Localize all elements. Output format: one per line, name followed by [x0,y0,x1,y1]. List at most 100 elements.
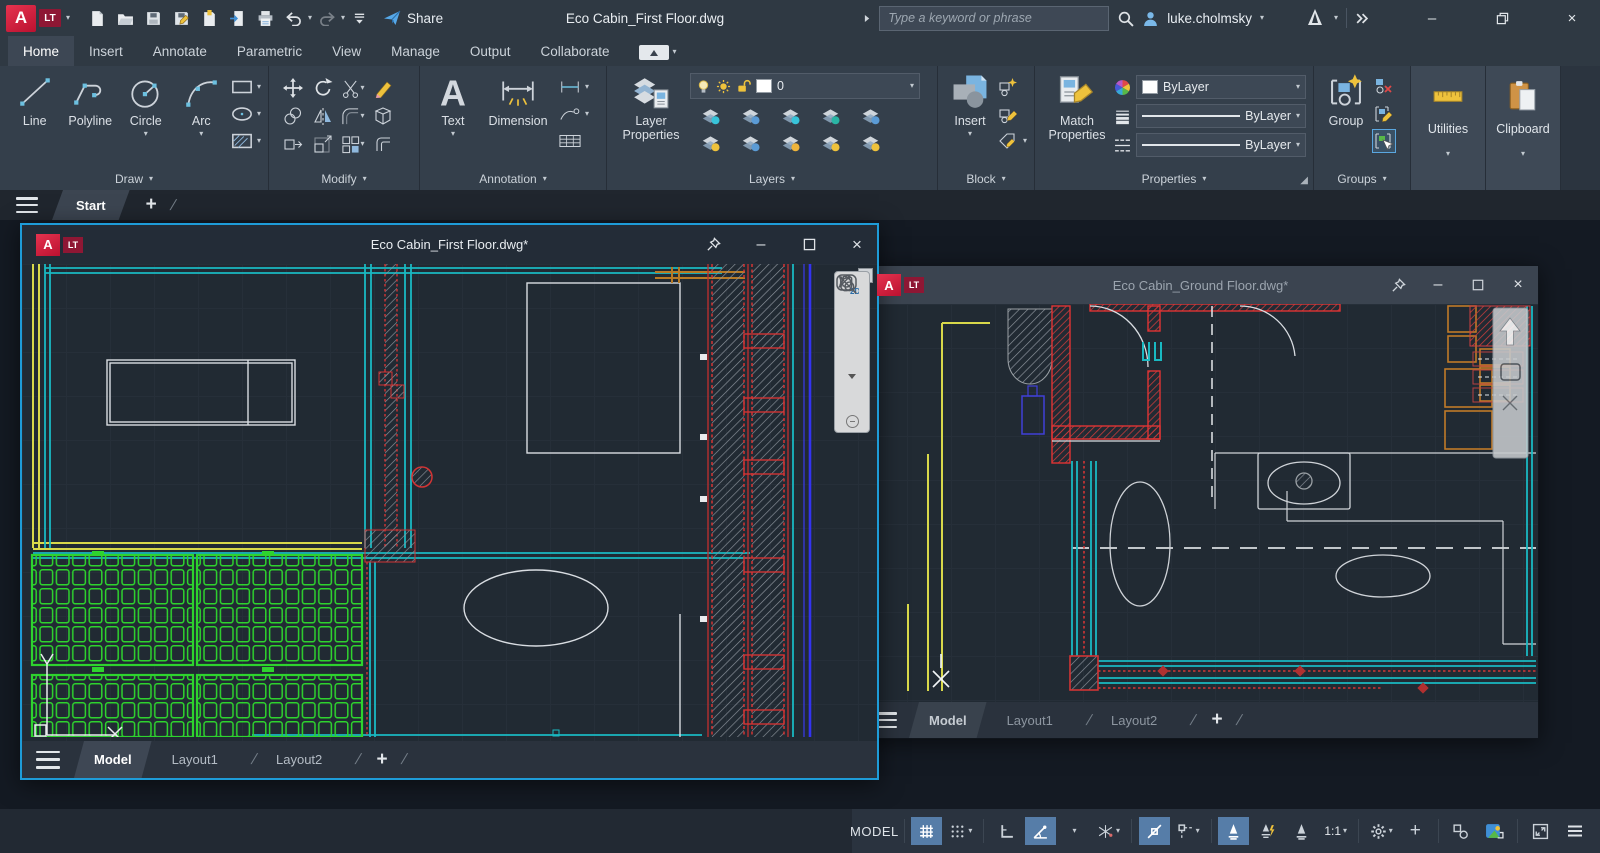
color-wheel-icon[interactable] [1114,79,1131,96]
group-edit-tool[interactable] [1373,103,1395,125]
rotate-icon[interactable] [313,78,333,98]
rectangle-tool[interactable]: ▾ [231,76,261,98]
ground-floor-title-bar[interactable]: A LT Eco Cabin_Ground Floor.dwg* – × [863,266,1538,304]
layer-unisolate-icon[interactable] [740,106,761,125]
app-menu-caret-icon[interactable]: ▾ [66,14,70,22]
isolate-objects-button[interactable] [1445,817,1476,845]
ortho-mode-toggle[interactable] [991,817,1022,845]
panel-modify-footer[interactable]: Modify▾ [269,167,419,190]
table-tool[interactable] [559,130,589,152]
ground-floor-drawing-area[interactable] [863,304,1538,702]
file-tab-menu-icon[interactable] [16,197,38,213]
insert-block-tool[interactable]: Insert▾ [947,73,993,167]
layer-off-icon[interactable] [700,133,721,152]
pan-button[interactable] [838,308,866,338]
layer-lock-icon[interactable] [820,106,841,125]
dimension-tool[interactable]: Dimension [481,73,555,167]
grid-display-toggle[interactable] [911,817,942,845]
tab-annotate[interactable]: Annotate [138,36,222,66]
panel-groups-footer[interactable]: Groups▾ [1314,167,1410,190]
explode-icon[interactable] [373,106,393,126]
layer-properties-tool[interactable]: Layer Properties [616,73,686,167]
zoom-extents-button[interactable] [838,340,866,370]
first-floor-close-button[interactable]: × [837,230,877,260]
undo-button[interactable] [280,5,307,31]
copy-icon[interactable] [283,106,303,126]
ground-floor-minimize-button[interactable]: – [1418,270,1458,300]
ungroup-tool[interactable] [1373,76,1395,98]
tab-parametric[interactable]: Parametric [222,36,317,66]
first-floor-drawing-area[interactable] [22,264,877,741]
close-app-button[interactable]: × [1558,5,1586,31]
save-as-button[interactable] [168,5,195,31]
layer-isolate-icon[interactable] [700,106,721,125]
insert-caret-icon[interactable]: ▾ [968,130,972,138]
tab-view[interactable]: View [317,36,376,66]
erase-icon[interactable] [373,78,393,98]
new-drawing-tab-button[interactable]: + [146,194,157,216]
arc-caret-icon[interactable]: ▾ [199,130,203,138]
stretch-icon[interactable] [283,134,303,154]
clean-screen-button[interactable] [1525,817,1556,845]
restore-app-button[interactable] [1488,5,1516,31]
model-space-button[interactable]: MODEL [852,817,897,845]
redo-button[interactable] [313,5,340,31]
search-input[interactable] [879,6,1109,31]
linetype-dropdown[interactable]: ByLayer ▾ [1136,133,1306,157]
fillet-icon[interactable] [341,107,360,126]
user-name[interactable]: luke.cholmsky [1167,11,1252,26]
mirror-icon[interactable] [313,106,333,126]
ground-floor-pin-button[interactable] [1378,270,1418,300]
panel-draw-footer[interactable]: Draw▾ [0,167,268,190]
first-tab-model[interactable]: Model [74,741,152,778]
panel-annotation-footer[interactable]: Annotation▾ [420,167,606,190]
move-icon[interactable] [283,78,303,98]
ground-tab-layout2[interactable]: Layout2 [1091,702,1177,738]
minimize-app-button[interactable]: – [1418,5,1446,31]
first-floor-maximize-button[interactable] [789,230,829,260]
search-icon[interactable] [1117,10,1134,27]
undo-caret-icon[interactable]: ▾ [308,14,312,22]
leader-tool[interactable]: ▾ [559,103,589,125]
trim-icon[interactable] [341,79,360,98]
ground-floor-close-button[interactable]: × [1498,270,1538,300]
customize-qat-button[interactable] [346,5,373,31]
object-color-dropdown[interactable]: ByLayer ▾ [1136,75,1306,99]
ribbon-display-toggle[interactable] [639,45,669,60]
annotation-autoscale-toggle[interactable] [1252,817,1283,845]
circle-caret-icon[interactable]: ▾ [144,130,148,138]
ground-floor-maximize-button[interactable] [1458,270,1498,300]
first-floor-pin-button[interactable] [693,230,733,260]
first-floor-title-bar[interactable]: A LT Eco Cabin_First Floor.dwg* – × [22,225,877,264]
add-workspace-button[interactable]: + [1400,817,1431,845]
app-logo[interactable]: A [6,5,36,32]
layer-match-icon[interactable] [860,106,881,125]
hardware-acceleration-button[interactable] [1479,817,1510,845]
offset-icon[interactable] [373,134,393,154]
properties-dialog-launcher-icon[interactable]: ◢ [1300,175,1308,186]
linetype-icon[interactable] [1114,137,1131,154]
annotation-visibility-toggle[interactable] [1218,817,1249,845]
open-file-button[interactable] [112,5,139,31]
panel-utilities[interactable]: Utilities ▾ [1411,66,1486,190]
annotation-scale-value[interactable]: 1:1▾ [1320,817,1351,845]
user-avatar-icon[interactable] [1142,10,1159,27]
window-ground-floor[interactable]: A LT Eco Cabin_Ground Floor.dwg* – × [862,265,1539,739]
autodesk-caret-icon[interactable]: ▾ [1334,14,1338,22]
print-button[interactable] [252,5,279,31]
export-button[interactable] [224,5,251,31]
group-tool[interactable]: Group [1323,73,1369,167]
polyline-tool[interactable]: Polyline [65,73,117,167]
tab-output[interactable]: Output [455,36,526,66]
ribbon-display-caret-icon[interactable]: ▾ [673,48,677,56]
tab-insert[interactable]: Insert [74,36,138,66]
utilities-caret-icon[interactable]: ▾ [1446,150,1450,158]
object-snap-toggle[interactable] [1139,817,1170,845]
layer-make-current-icon[interactable] [740,133,761,152]
linear-dimension-tool[interactable]: ▾ [559,76,589,98]
match-properties-tool[interactable]: Match Properties [1044,73,1110,167]
navbar-caret-icon[interactable] [848,374,856,379]
circle-tool[interactable]: Circle▾ [120,73,172,167]
polar-tracking-toggle[interactable] [1025,817,1056,845]
define-attribute-tool[interactable]: ▾ [997,130,1027,152]
